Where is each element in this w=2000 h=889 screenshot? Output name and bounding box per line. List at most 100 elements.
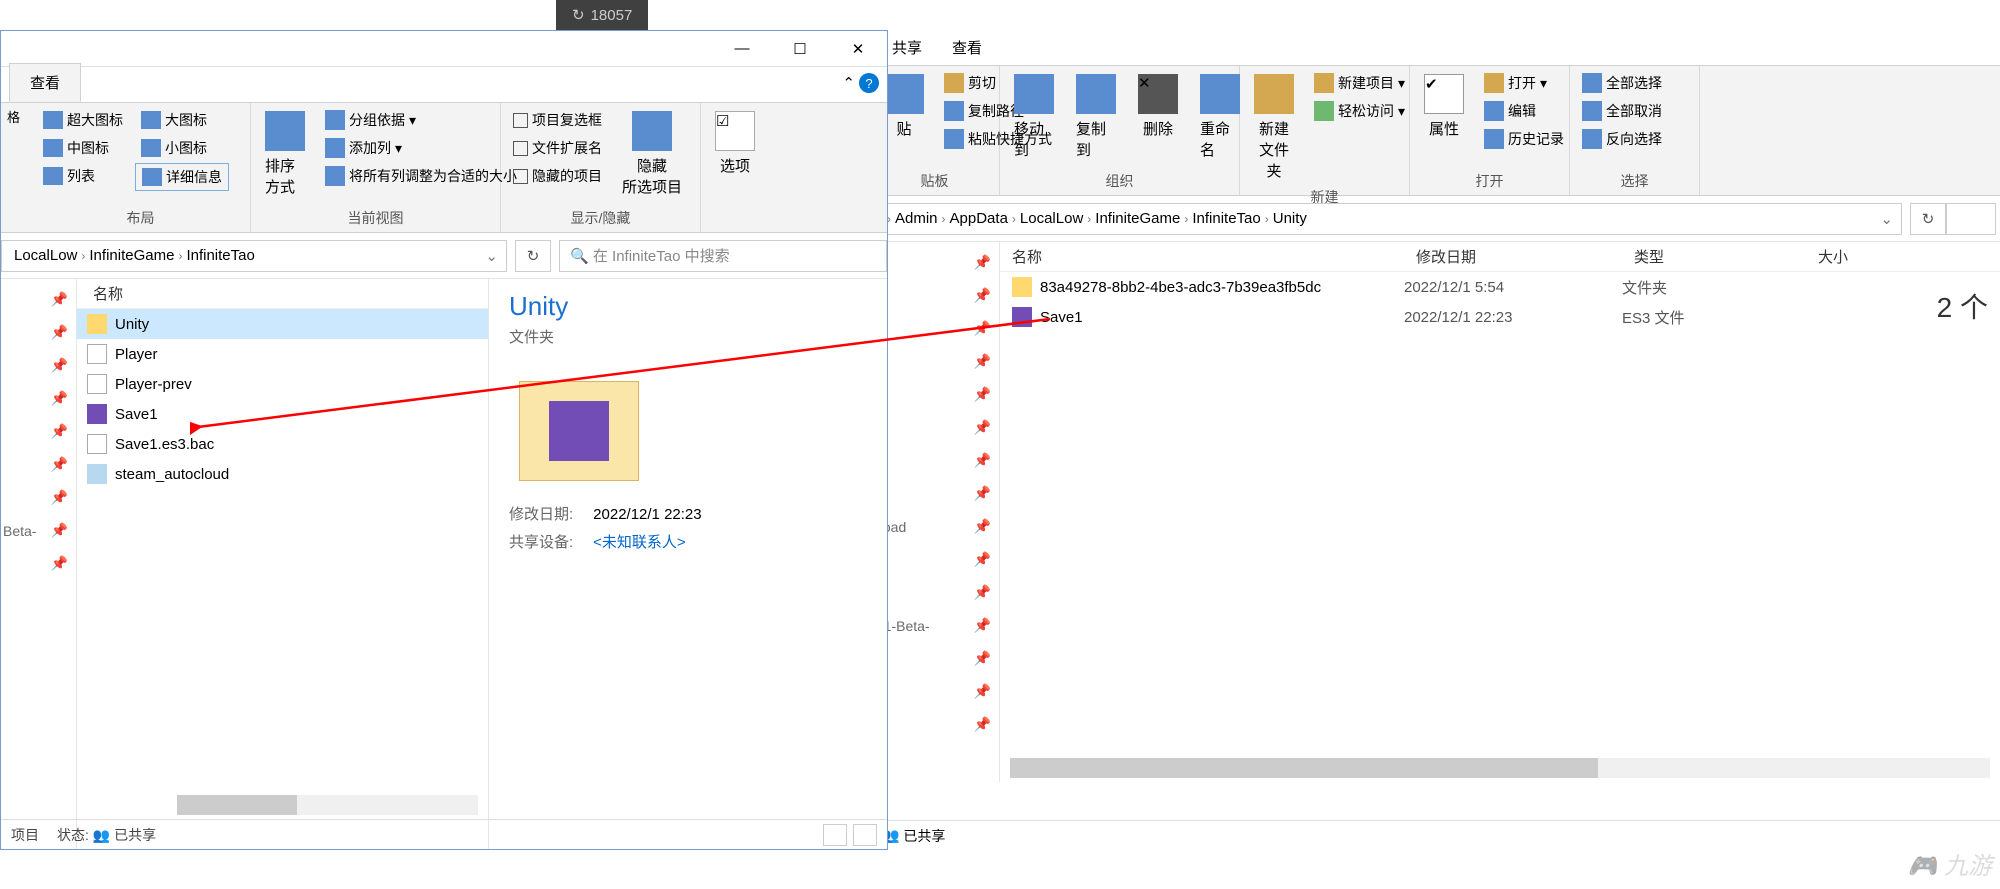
view-medium[interactable]: 中图标 bbox=[37, 135, 129, 161]
move-icon bbox=[1014, 74, 1054, 114]
pinned-item[interactable]: 📌 bbox=[870, 279, 999, 312]
pin-icon: 📌 bbox=[974, 617, 991, 634]
search-input[interactable]: 🔍 在 InfiniteTao 中搜索 bbox=[559, 240, 887, 272]
column-date[interactable]: 修改日期 bbox=[1404, 246, 1622, 267]
horizontal-scrollbar[interactable] bbox=[177, 795, 478, 815]
add-column-button[interactable]: 添加列 ▾ bbox=[319, 135, 523, 161]
watermark: 🎮 九游 bbox=[1907, 846, 1992, 881]
pinned-item[interactable]: in📌 bbox=[870, 411, 999, 444]
pinned-item[interactable]: 📌 bbox=[870, 576, 999, 609]
sort-button[interactable]: 排序方式 bbox=[257, 107, 313, 206]
view-large[interactable]: 大图标 bbox=[135, 107, 229, 133]
view-list[interactable]: 列表 bbox=[37, 163, 129, 189]
pinned-item[interactable]: 📌 bbox=[870, 312, 999, 345]
breadcrumb[interactable]: LocalLow› InfiniteGame› InfiniteTao ⌄ bbox=[1, 240, 507, 272]
refresh-button[interactable]: ↻ bbox=[1910, 203, 1946, 235]
file-item[interactable]: steam_autocloud bbox=[77, 459, 488, 489]
copy-to-button[interactable]: 复制到 bbox=[1068, 70, 1124, 169]
close-button[interactable]: ✕ bbox=[829, 31, 887, 67]
refresh-button[interactable]: ↻ bbox=[515, 240, 551, 272]
pinned-item[interactable]: 📌 bbox=[870, 543, 999, 576]
select-all-button[interactable]: 全部选择 bbox=[1576, 70, 1668, 96]
pinned-item[interactable]: 📌 bbox=[1, 547, 76, 580]
easy-access-button[interactable]: 轻松访问 ▾ bbox=[1308, 98, 1411, 124]
file-item[interactable]: Save12022/12/1 22:23ES3 文件 bbox=[1000, 302, 2000, 332]
status-bar: 项目 状态: 👥 已共享 bbox=[1, 819, 887, 849]
file-item[interactable]: Unity bbox=[77, 309, 488, 339]
nav-pane[interactable]: 📌📌📌📌📌📌📌Beta-📌📌 bbox=[1, 279, 77, 849]
pinned-item[interactable]: ne📌 bbox=[870, 708, 999, 741]
new-folder-button[interactable]: 新建 文件夹 bbox=[1246, 70, 1302, 185]
file-list: 名称 UnityPlayerPlayer-prevSave1Save1.es3.… bbox=[77, 279, 489, 849]
pinned-item[interactable]: 📌 bbox=[1, 415, 76, 448]
easy-access-icon bbox=[1314, 101, 1334, 121]
hide-selected-button[interactable]: 隐藏 所选项目 bbox=[614, 107, 690, 206]
dropdown-icon[interactable]: ⌄ bbox=[1880, 210, 1893, 228]
pinned-item[interactable]: nload📌 bbox=[870, 510, 999, 543]
file-item[interactable]: Save1.es3.bac bbox=[77, 429, 488, 459]
tab-view[interactable]: 查看 bbox=[952, 37, 982, 58]
group-by-button[interactable]: 分组依据 ▾ bbox=[319, 107, 523, 133]
view-icons-toggle[interactable] bbox=[853, 824, 877, 846]
file-item[interactable]: Player-prev bbox=[77, 369, 488, 399]
pinned-item[interactable]: 📌 bbox=[1, 448, 76, 481]
item-checkboxes-toggle[interactable]: 项目复选框 bbox=[507, 107, 608, 133]
view-details[interactable]: 详细信息 bbox=[135, 163, 229, 191]
minimize-button[interactable]: — bbox=[713, 31, 771, 67]
pinned-item[interactable]: 📌 bbox=[1, 283, 76, 316]
history-button[interactable]: 历史记录 bbox=[1478, 126, 1570, 152]
breadcrumb[interactable]: › Admin› AppData› LocalLow› InfiniteGame… bbox=[878, 203, 1902, 235]
hidden-items-toggle[interactable]: 隐藏的项目 bbox=[507, 163, 608, 189]
column-size[interactable]: 大小 bbox=[1806, 246, 1860, 267]
column-name[interactable]: 名称 bbox=[93, 283, 123, 304]
edit-button[interactable]: 编辑 bbox=[1478, 98, 1570, 124]
maximize-button[interactable]: ☐ bbox=[771, 31, 829, 67]
help-icon[interactable]: ? bbox=[859, 73, 879, 93]
delete-button[interactable]: ✕删除 bbox=[1130, 70, 1186, 169]
tab-view[interactable]: 查看 bbox=[9, 63, 81, 102]
view-extra-large[interactable]: 超大图标 bbox=[37, 107, 129, 133]
resize-columns-button[interactable]: 将所有列调整为合适的大小 bbox=[319, 163, 523, 189]
grid-icon bbox=[141, 139, 161, 157]
move-to-button[interactable]: 移动到 bbox=[1006, 70, 1062, 169]
pinned-item[interactable]: 7.1-Beta-📌 bbox=[870, 609, 999, 642]
pinned-item[interactable]: 📌 bbox=[870, 444, 999, 477]
ribbon-tabs: 查看 ⌃ ? bbox=[1, 67, 887, 103]
pinned-item[interactable]: 📌 bbox=[870, 477, 999, 510]
horizontal-scrollbar[interactable] bbox=[1010, 758, 1990, 778]
pinned-item[interactable]: 📌 bbox=[1, 316, 76, 349]
tab-share[interactable]: 共享 bbox=[892, 37, 922, 58]
file-extensions-toggle[interactable]: 文件扩展名 bbox=[507, 135, 608, 161]
properties-button[interactable]: ✔属性 bbox=[1416, 70, 1472, 169]
nav-pane[interactable]: 📌📌📌📌📌in📌📌📌nload📌📌📌7.1-Beta-📌📌📌ne📌 bbox=[870, 242, 1000, 782]
search-box-partial[interactable] bbox=[1946, 203, 1996, 235]
cloud-icon bbox=[87, 464, 107, 484]
pinned-item[interactable]: 📌 bbox=[1, 349, 76, 382]
column-type[interactable]: 类型 bbox=[1622, 246, 1806, 267]
column-name[interactable]: 名称 bbox=[1000, 246, 1404, 267]
pinned-item[interactable]: 📌 bbox=[1, 382, 76, 415]
pinned-item[interactable]: Beta-📌 bbox=[1, 514, 76, 547]
pinned-item[interactable]: 📌 bbox=[870, 642, 999, 675]
pin-icon: 📌 bbox=[974, 650, 991, 667]
view-small[interactable]: 小图标 bbox=[135, 135, 229, 161]
select-none-button[interactable]: 全部取消 bbox=[1576, 98, 1668, 124]
options-button[interactable]: ☑选项 bbox=[707, 107, 763, 226]
file-item[interactable]: Save1 bbox=[77, 399, 488, 429]
open-button[interactable]: 打开 ▾ bbox=[1478, 70, 1570, 96]
view-details-toggle[interactable] bbox=[823, 824, 847, 846]
pinned-item[interactable]: 📌 bbox=[870, 246, 999, 279]
chevron-up-icon[interactable]: ⌃ bbox=[842, 74, 855, 92]
pin-icon: 📌 bbox=[974, 518, 991, 535]
pinned-item[interactable]: 📌 bbox=[1, 481, 76, 514]
dropdown-icon[interactable]: ⌄ bbox=[485, 247, 498, 265]
file-item[interactable]: 83a49278-8bb2-4be3-adc3-7b39ea3fb5dc2022… bbox=[1000, 272, 2000, 302]
doc-icon bbox=[87, 344, 107, 364]
invert-selection-button[interactable]: 反向选择 bbox=[1576, 126, 1668, 152]
file-item[interactable]: Player bbox=[77, 339, 488, 369]
pinned-item[interactable]: 📌 bbox=[870, 345, 999, 378]
address-bar: › Admin› AppData› LocalLow› InfiniteGame… bbox=[870, 196, 2000, 242]
pinned-item[interactable]: 📌 bbox=[870, 675, 999, 708]
new-item-button[interactable]: 新建项目 ▾ bbox=[1308, 70, 1411, 96]
pinned-item[interactable]: 📌 bbox=[870, 378, 999, 411]
